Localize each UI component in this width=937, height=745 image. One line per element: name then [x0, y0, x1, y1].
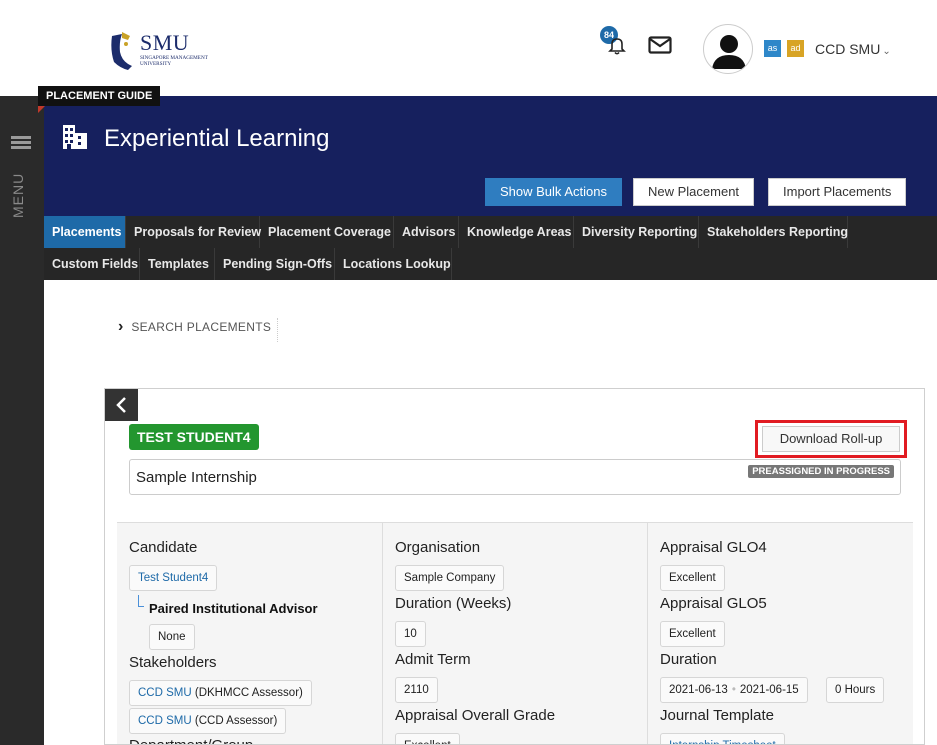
journal-template-value[interactable]: Internship Timesheet [660, 733, 785, 744]
overall-grade-label: Appraisal Overall Grade [395, 707, 556, 724]
chevron-right-icon: › [118, 318, 124, 335]
glo4-label: Appraisal GLO4 [660, 539, 767, 556]
building-icon [63, 125, 87, 149]
placement-title: Sample Internship [136, 469, 257, 486]
advisor-label: Paired Institutional Advisor [149, 601, 318, 616]
admit-term-label: Admit Term [395, 651, 471, 668]
page-header: Experiential Learning Show Bulk Actions … [44, 96, 937, 216]
guide-corner-marker [38, 106, 45, 113]
download-rollup-button[interactable]: Download Roll-up [762, 426, 900, 452]
organisation-value: Sample Company [395, 565, 505, 591]
stakeholder-1-name[interactable]: CCD SMU [138, 687, 192, 699]
user-name: CCD SMU [815, 41, 881, 57]
tab-pending-sign-offs[interactable]: Pending Sign-Offs [215, 248, 335, 280]
stakeholder-1-role: (DKHMCC Assessor) [194, 687, 303, 699]
hamburger-icon[interactable] [11, 136, 31, 150]
top-bar: SMU SINGAPORE MANAGEMENT UNIVERSITY 84 a… [0, 0, 937, 96]
menu-label: MENU [10, 172, 26, 218]
duration-label: Duration [660, 651, 717, 668]
student-name-badge[interactable]: TEST STUDENT4 [129, 424, 259, 450]
advisor-value: None [149, 624, 195, 650]
side-menu[interactable]: MENU [0, 96, 44, 745]
duration-weeks-label: Duration (Weeks) [395, 595, 512, 612]
tab-stakeholders-reporting[interactable]: Stakeholders Reporting [699, 216, 848, 248]
organisation-label: Organisation [395, 539, 481, 556]
search-placements-label: SEARCH PLACEMENTS [131, 320, 272, 334]
chevron-down-icon: ⌄ [882, 46, 891, 57]
status-badge: PREASSIGNED IN PROGRESS [748, 465, 894, 478]
start-date: 2021-06-13 [669, 684, 728, 696]
avatar[interactable] [703, 24, 753, 74]
department-label: Department/Group [129, 737, 253, 744]
search-placements-toggle[interactable]: › SEARCH PLACEMENTS [118, 318, 279, 342]
user-chip-as: as [764, 40, 781, 57]
candidate-value[interactable]: Test Student4 [129, 565, 218, 591]
mail-icon[interactable] [648, 36, 672, 54]
details-column-1: Candidate Test Student4 Paired Instituti… [117, 523, 382, 744]
chevron-left-icon [115, 397, 126, 413]
glo5-value: Excellent [660, 621, 725, 647]
import-placements-button[interactable]: Import Placements [768, 178, 907, 206]
journal-template-label: Journal Template [660, 707, 774, 724]
tab-placement-coverage[interactable]: Placement Coverage [260, 216, 394, 248]
smu-emblem-icon [111, 32, 132, 70]
new-placement-button[interactable]: New Placement [633, 178, 755, 206]
tab-templates[interactable]: Templates [140, 248, 215, 280]
user-silhouette-icon [712, 35, 746, 69]
stakeholder-2[interactable]: CCD SMU (CCD Assessor) [129, 708, 287, 734]
smu-logo[interactable]: SMU SINGAPORE MANAGEMENT UNIVERSITY [108, 26, 228, 72]
date-separator: • [731, 684, 736, 696]
details-column-2: Organisation Sample Company Duration (We… [382, 523, 647, 744]
tab-proposals-for-review[interactable]: Proposals for Review [126, 216, 261, 248]
overall-grade-value: Excellent [395, 733, 460, 744]
duration-hours: 0 Hours [826, 677, 885, 703]
tree-connector [138, 595, 144, 607]
placement-panel: TEST STUDENT4 Download Roll-up Sample In… [104, 388, 925, 745]
bell-icon[interactable] [606, 34, 628, 56]
tab-diversity-reporting[interactable]: Diversity Reporting [574, 216, 699, 248]
user-menu[interactable]: CCD SMU ⌄ [815, 41, 891, 57]
back-button[interactable] [105, 389, 138, 421]
show-bulk-actions-button[interactable]: Show Bulk Actions [485, 178, 622, 206]
candidate-label: Candidate [129, 539, 198, 556]
tab-custom-fields[interactable]: Custom Fields [44, 248, 140, 280]
admit-term-value: 2110 [395, 677, 438, 703]
stakeholder-2-name[interactable]: CCD SMU [138, 715, 192, 727]
stakeholders-label: Stakeholders [129, 654, 217, 671]
tab-advisors[interactable]: Advisors [394, 216, 459, 248]
stakeholder-2-role: (CCD Assessor) [194, 715, 278, 727]
details-column-3: Appraisal GLO4 Excellent Appraisal GLO5 … [647, 523, 913, 744]
stakeholder-1[interactable]: CCD SMU (DKHMCC Assessor) [129, 680, 312, 706]
download-rollup-highlight: Download Roll-up [755, 420, 907, 458]
placement-details: Candidate Test Student4 Paired Instituti… [117, 522, 913, 744]
logo-subtitle: SINGAPORE MANAGEMENT UNIVERSITY [140, 55, 208, 67]
duration-weeks-value: 10 [395, 621, 426, 647]
logo-wordmark: SMU [140, 30, 190, 55]
user-chip-ad: ad [787, 40, 804, 57]
placement-guide-tab[interactable]: PLACEMENT GUIDE [38, 86, 161, 106]
tab-bar: Placements Proposals for Review Placemen… [44, 216, 937, 280]
tab-locations-lookup[interactable]: Locations Lookup [335, 248, 452, 280]
placement-title-box: Sample Internship PREASSIGNED IN PROGRES… [129, 459, 901, 495]
glo5-label: Appraisal GLO5 [660, 595, 767, 612]
duration-dates: 2021-06-13 • 2021-06-15 [660, 677, 808, 703]
page-title: Experiential Learning [104, 125, 330, 152]
end-date: 2021-06-15 [739, 684, 799, 696]
tab-placements[interactable]: Placements [44, 216, 126, 248]
glo4-value: Excellent [660, 565, 725, 591]
tab-knowledge-areas[interactable]: Knowledge Areas [459, 216, 574, 248]
